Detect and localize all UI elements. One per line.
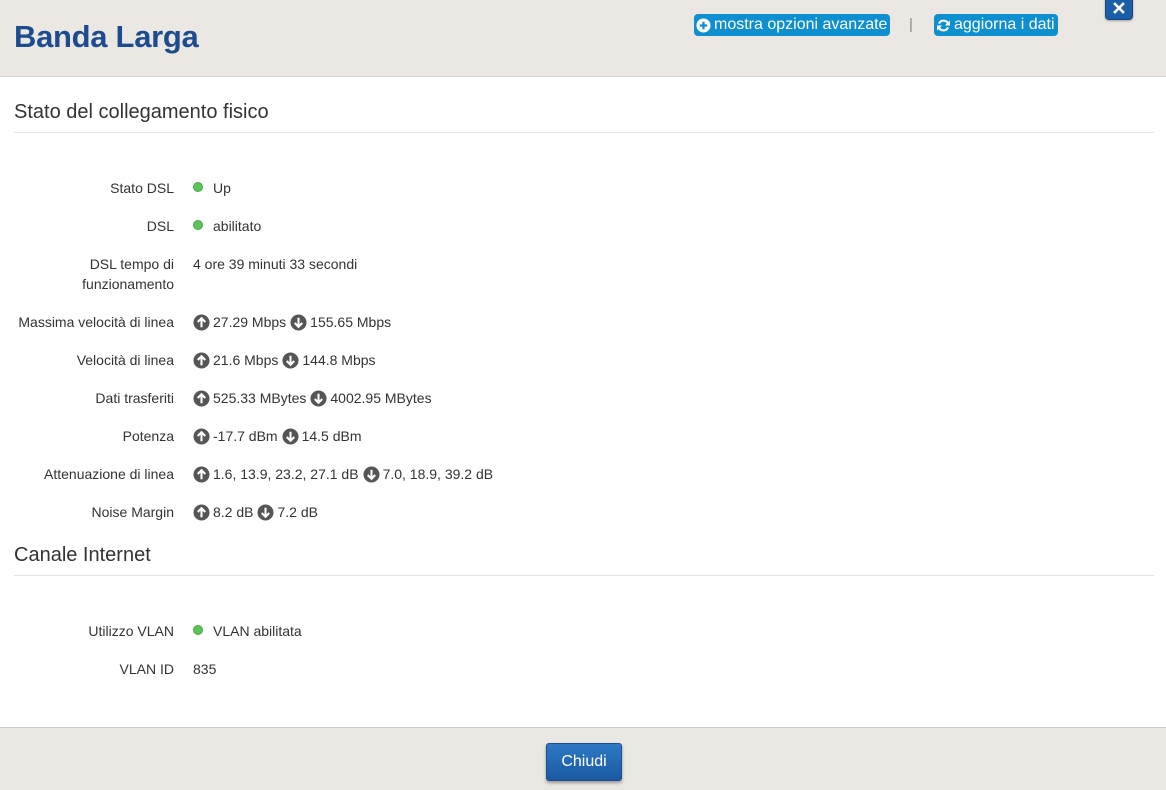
row-label: Utilizzo VLAN — [88, 623, 174, 639]
uptime-value: 4 ore 39 minuti 33 secondi — [193, 256, 358, 272]
row-value: abilitato — [193, 216, 261, 236]
uptime-label-line2: funzionamento — [82, 276, 174, 292]
row-value: 525.33 MBytes 4002.95 MBytes — [193, 388, 432, 408]
refresh-data-link[interactable]: aggiorna i dati — [934, 14, 1058, 36]
plus-circle-icon — [696, 17, 711, 33]
arrow-down-circle-icon — [290, 313, 307, 331]
upload-value: 525.33 MBytes — [213, 390, 307, 406]
row-value: 1.6, 13.9, 23.2, 27.1 dB 7.0, 18.9, 39.2… — [193, 464, 493, 484]
row-label: Velocità di linea — [76, 352, 174, 368]
upload-value: -17.7 dBm — [213, 428, 278, 444]
download-value: 7.0, 18.9, 39.2 dB — [382, 466, 494, 482]
download-value: 7.2 dB — [277, 504, 318, 520]
section-title-internet-channel: Canale Internet — [14, 544, 151, 566]
arrow-up-circle-icon — [193, 503, 210, 521]
upload-value: 21.6 Mbps — [213, 352, 279, 368]
status-dot-icon — [193, 625, 203, 635]
section-divider — [14, 575, 1154, 576]
arrow-down-circle-icon — [282, 427, 299, 445]
arrow-up-circle-icon — [193, 389, 210, 407]
vlan-use-value: VLAN abilitata — [213, 623, 302, 639]
arrow-up-circle-icon — [193, 427, 210, 445]
download-value: 14.5 dBm — [301, 428, 362, 444]
close-dialog-button[interactable] — [1105, 0, 1133, 20]
row-label: Noise Margin — [91, 504, 174, 520]
row-label: Stato DSL — [110, 180, 174, 196]
row-label: Potenza — [122, 428, 174, 444]
arrow-up-circle-icon — [193, 351, 210, 369]
download-value: 155.65 Mbps — [310, 314, 392, 330]
upload-value: 1.6, 13.9, 23.2, 27.1 dB — [213, 466, 359, 482]
dsl-state-value: Up — [213, 180, 231, 196]
arrow-down-circle-icon — [257, 503, 275, 521]
header-separator: | — [909, 16, 913, 33]
show-advanced-options-link[interactable]: mostra opzioni avanzate — [694, 14, 891, 36]
download-value: 4002.95 MBytes — [330, 390, 432, 406]
upload-value: 8.2 dB — [213, 504, 254, 520]
download-value: 144.8 Mbps — [302, 352, 376, 368]
arrow-down-circle-icon — [310, 389, 327, 407]
row-label: VLAN ID — [119, 661, 174, 677]
status-dot-icon — [193, 182, 203, 192]
row-label: DSL tempo di funzionamento — [4, 254, 174, 294]
row-value: 21.6 Mbps 144.8 Mbps — [193, 350, 376, 370]
dialog-header: Banda Larga mostra opzioni avanzate | ag… — [0, 0, 1166, 77]
arrow-up-circle-icon — [193, 465, 210, 483]
row-value: -17.7 dBm 14.5 dBm — [193, 426, 362, 446]
row-value: VLAN abilitata — [193, 621, 302, 641]
arrow-up-circle-icon — [193, 313, 210, 331]
close-button[interactable]: Chiudi — [546, 743, 622, 781]
row-label: Massima velocità di linea — [18, 314, 174, 330]
dialog-footer: Chiudi — [0, 727, 1166, 790]
page-title: Banda Larga — [14, 19, 199, 54]
row-value: 8.2 dB 7.2 dB — [193, 502, 318, 522]
close-icon — [1113, 2, 1125, 14]
section-title-physical-link: Stato del collegamento fisico — [14, 101, 269, 123]
show-advanced-options-label: mostra opzioni avanzate — [714, 16, 888, 33]
row-label: Dati trasferiti — [95, 390, 174, 406]
refresh-icon — [937, 19, 950, 31]
vlan-id-value: 835 — [193, 661, 217, 677]
row-value: Up — [193, 178, 231, 198]
section-divider — [14, 132, 1154, 133]
arrow-down-circle-icon — [363, 465, 380, 483]
refresh-data-label: aggiorna i dati — [954, 16, 1055, 33]
dsl-value: abilitato — [213, 218, 262, 234]
row-label: DSL — [146, 218, 174, 234]
status-dot-icon — [193, 220, 203, 230]
row-label: Attenuazione di linea — [44, 466, 174, 482]
uptime-label-line1: DSL tempo di — [89, 256, 174, 272]
row-value: 27.29 Mbps 155.65 Mbps — [193, 312, 391, 332]
upload-value: 27.29 Mbps — [213, 314, 287, 330]
arrow-down-circle-icon — [282, 351, 299, 369]
